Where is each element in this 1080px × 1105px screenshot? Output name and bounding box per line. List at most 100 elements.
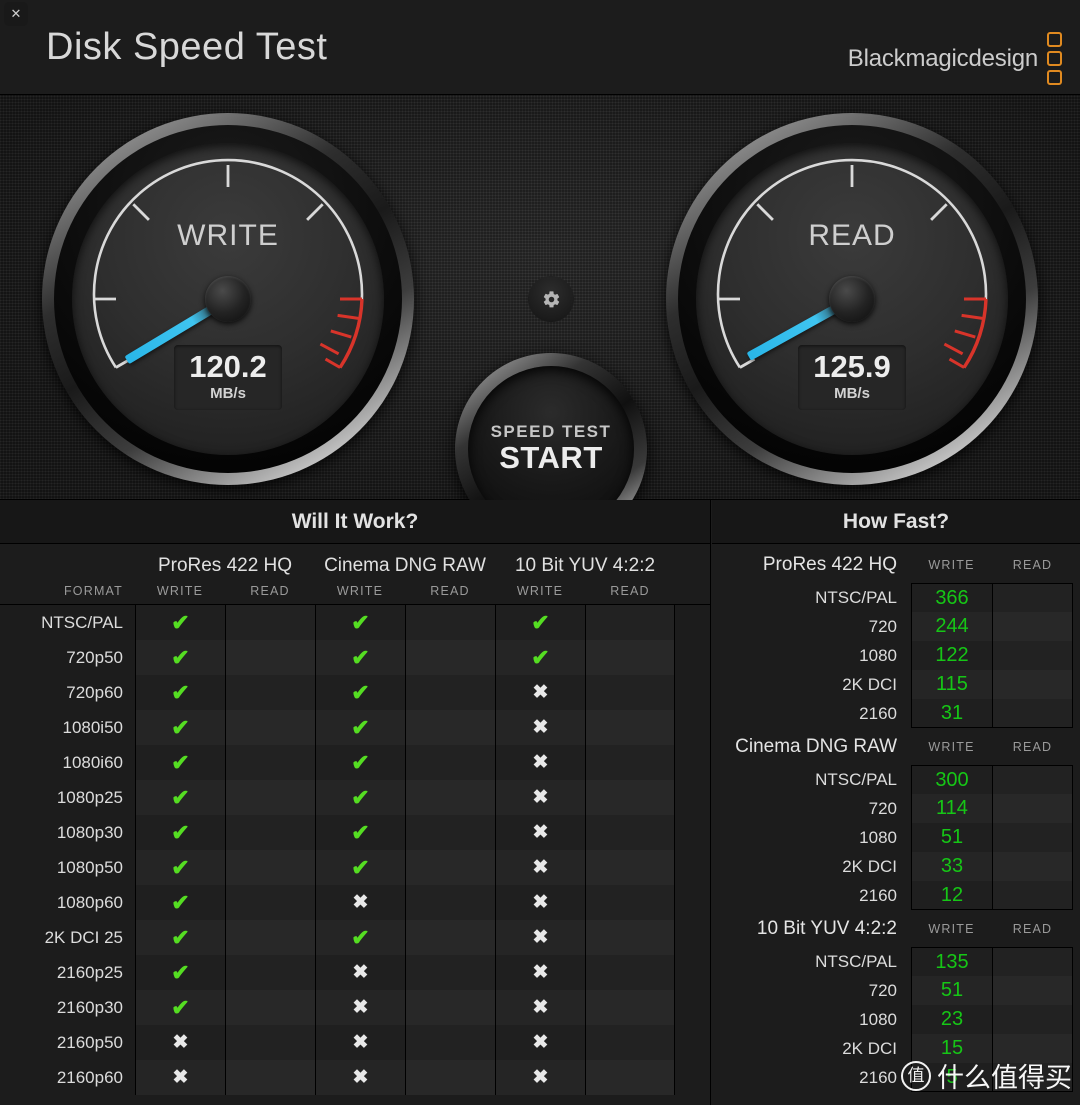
cross-icon: ✖: [532, 787, 549, 808]
subheader-read: READ: [1012, 921, 1053, 936]
subheader-read: READ: [1012, 739, 1053, 754]
cross-icon: ✖: [532, 752, 549, 773]
cross-icon: ✖: [352, 892, 369, 913]
list-item: NTSC/PAL 300: [712, 765, 1080, 794]
cross-icon: ✖: [532, 927, 549, 948]
list-item: 1080 51: [712, 823, 1080, 852]
write-speed-value: 122: [911, 641, 992, 670]
support-cell-write: ✔: [135, 920, 225, 955]
list-item: 1080 122: [712, 641, 1080, 670]
cross-icon: ✖: [532, 682, 549, 703]
list-item: 720 244: [712, 612, 1080, 641]
check-icon: ✔: [171, 749, 190, 775]
write-speed-value: 244: [911, 612, 992, 641]
table-row: 1080p25 ✔ ✔ ✖: [0, 780, 710, 815]
support-cell-read: [225, 780, 315, 815]
support-cell-read: [405, 955, 495, 990]
results-panels: Will It Work? ProRes 422 HQ Cinema DNG RA…: [0, 500, 1080, 1105]
cross-icon: ✖: [532, 717, 549, 738]
support-cell-read: [225, 850, 315, 885]
write-speed-value: 33: [911, 852, 992, 881]
write-speed-value: 51: [911, 823, 992, 852]
support-cell-write: ✖: [135, 1060, 225, 1095]
gear-icon[interactable]: [528, 276, 574, 322]
list-item: NTSC/PAL 366: [712, 583, 1080, 612]
support-cell-write: ✔: [315, 710, 405, 745]
cross-icon: ✖: [532, 892, 549, 913]
write-unit: MB/s: [210, 384, 246, 402]
codec-header: Cinema DNG RAW: [324, 555, 486, 576]
read-speed-value: [992, 852, 1073, 881]
support-cell-read: [405, 1060, 495, 1095]
write-speed-value: 135: [911, 947, 992, 976]
write-gauge: WRITE 120.2 MB/s: [42, 113, 414, 485]
cross-icon: ✖: [532, 997, 549, 1018]
support-cell-read: [405, 1025, 495, 1060]
format-label: 2160p25: [56, 962, 123, 982]
read-speed-value: [992, 1005, 1073, 1034]
format-label: 1080p60: [56, 892, 123, 912]
support-cell-write: ✖: [315, 1025, 405, 1060]
write-speed-value: 51: [911, 976, 992, 1005]
table-row: 2160p30 ✔ ✖ ✖: [0, 990, 710, 1025]
disk-speed-test-window: ✕ Disk Speed Test Blackmagicdesign WRITE…: [0, 0, 1080, 1105]
support-cell-write: ✔: [135, 955, 225, 990]
list-item: 2160 5: [712, 1063, 1080, 1092]
write-readout: 120.2 MB/s: [174, 345, 282, 410]
list-item: 2160 12: [712, 881, 1080, 910]
resolution-label: 1080: [859, 645, 897, 665]
subheader-write: WRITE: [928, 557, 975, 572]
read-speed-value: [992, 670, 1073, 699]
subheader-write: WRITE: [156, 584, 204, 598]
read-gauge: READ 125.9 MB/s: [666, 113, 1038, 485]
support-cell-read: [585, 710, 675, 745]
check-icon: ✔: [351, 784, 370, 810]
support-cell-write: ✔: [135, 850, 225, 885]
resolution-label: NTSC/PAL: [815, 951, 897, 971]
check-icon: ✔: [171, 714, 190, 740]
support-cell-write: ✔: [315, 920, 405, 955]
how-fast-group-header: ProRes 422 HQ WRITE READ: [712, 546, 1080, 583]
support-cell-write: ✖: [135, 1025, 225, 1060]
how-fast-panel: How Fast? ProRes 422 HQ WRITE READ NTSC/PAL…: [712, 500, 1080, 1105]
support-cell-read: [225, 955, 315, 990]
support-cell-write: ✔: [135, 675, 225, 710]
write-speed-value: 31: [911, 699, 992, 728]
codec-header: 10 Bit YUV 4:2:2: [514, 555, 656, 576]
resolution-label: 720: [868, 616, 897, 636]
cross-icon: ✖: [352, 962, 369, 983]
read-speed-value: [992, 947, 1073, 976]
table-row: 2K DCI 25 ✔ ✔ ✖: [0, 920, 710, 955]
close-icon[interactable]: ✕: [4, 2, 28, 26]
list-item: 2K DCI 33: [712, 852, 1080, 881]
write-value: 120.2: [189, 349, 267, 384]
check-icon: ✔: [171, 819, 190, 845]
check-icon: ✔: [171, 784, 190, 810]
support-cell-read: [405, 850, 495, 885]
read-speed-value: [992, 765, 1073, 794]
support-cell-read: [405, 815, 495, 850]
resolution-label: 1080: [859, 827, 897, 847]
check-icon: ✔: [171, 609, 190, 635]
support-cell-read: [225, 640, 315, 675]
check-icon: ✔: [351, 644, 370, 670]
support-cell-write: ✔: [495, 640, 585, 675]
will-it-work-rows: NTSC/PAL ✔ ✔ ✔ 720p50 ✔ ✔ ✔ 720p60 ✔ ✔ ✖ 1080i50 ✔ ✔ ✖ 1…: [0, 604, 710, 1095]
will-it-work-title: Will It Work?: [0, 500, 710, 544]
subheader-write: WRITE: [336, 584, 384, 598]
resolution-label: 2K DCI: [842, 674, 897, 694]
how-fast-group-header: 10 Bit YUV 4:2:2 WRITE READ: [712, 910, 1080, 947]
format-label: 720p60: [66, 682, 123, 702]
support-cell-read: [405, 710, 495, 745]
write-speed-value: 12: [911, 881, 992, 910]
support-cell-write: ✔: [135, 815, 225, 850]
support-cell-write: ✔: [135, 745, 225, 780]
support-cell-write: ✖: [495, 885, 585, 920]
support-cell-write: ✖: [495, 955, 585, 990]
check-icon: ✔: [351, 819, 370, 845]
read-speed-value: [992, 823, 1073, 852]
table-row: 1080p50 ✔ ✔ ✖: [0, 850, 710, 885]
support-cell-write: ✖: [495, 710, 585, 745]
check-icon: ✔: [171, 889, 190, 915]
cross-icon: ✖: [172, 1032, 189, 1053]
